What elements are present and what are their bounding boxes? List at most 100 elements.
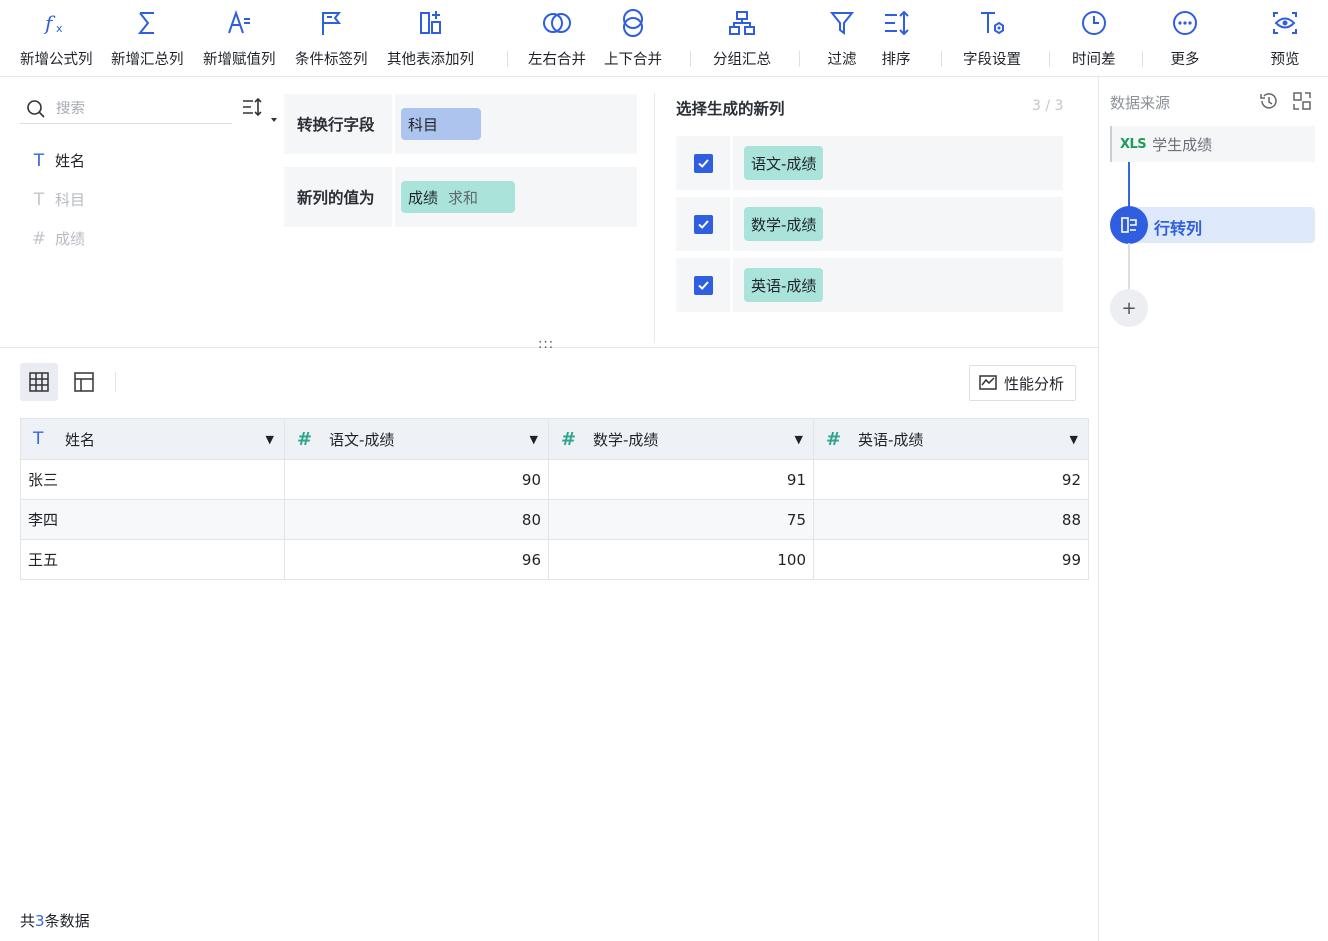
number-type-icon: # [561,428,577,450]
flow-connector [1128,243,1130,289]
row-field-dropzone[interactable]: 科目 [395,94,637,154]
add-formula-column-button[interactable]: fx 新增公式列 [20,8,93,69]
field-sort-button[interactable] [240,97,280,127]
preview-button[interactable]: 预览 [1270,8,1300,69]
toolbar-divider [1049,51,1050,67]
table-cell: 90 [284,459,549,500]
table-add-icon [419,11,441,34]
assign-icon [228,9,251,34]
caret-down-icon[interactable]: ▼ [266,433,274,446]
field-item[interactable]: # 成绩 [28,228,85,249]
svg-text:x: x [56,22,63,35]
field-search [20,94,232,124]
eye-icon [1273,12,1297,34]
add-from-other-table-label: 其他表添加列 [387,52,474,68]
add-step-button[interactable]: + [1110,289,1148,327]
new-column-checkbox[interactable] [676,136,730,190]
field-name: 成绩 [55,230,86,248]
new-column-row: 数学-成绩 [676,197,1063,251]
table-row: 李四 80 75 88 [20,499,1089,540]
value-field-name: 成绩 [408,188,439,207]
value-aggregation: 求和 [448,188,479,207]
field-name: 姓名 [55,152,86,170]
new-column-cell: 数学-成绩 [733,197,1063,251]
time-diff-label: 时间差 [1072,52,1116,68]
add-assign-column-button[interactable]: 新增赋值列 [203,8,276,69]
performance-analysis-label: 性能分析 [1004,374,1065,393]
caret-down-icon[interactable]: ▼ [795,433,803,446]
value-field-dropzone[interactable]: 成绩 求和 [395,167,637,227]
column-header[interactable]: # 语文-成绩 ▼ [284,418,549,460]
sigma-icon [138,12,155,34]
field-settings-button[interactable]: 字段设置 [963,8,1021,69]
data-source-item[interactable]: XLS 学生成绩 [1110,126,1315,162]
data-source-name: 学生成绩 [1152,135,1213,154]
add-summary-column-button[interactable]: 新增汇总列 [111,8,184,69]
new-column-chip[interactable]: 语文-成绩 [744,146,824,180]
table-cell: 92 [813,459,1089,500]
toolbar: fx 新增公式列 新增汇总列 新增赋值列 条件标签列 其他表添加列 左右合并 上… [0,0,1328,77]
number-type-icon: # [826,428,842,450]
left-right-merge-label: 左右合并 [528,52,586,68]
new-column-chip[interactable]: 英语-成绩 [744,268,824,302]
splitter-handle[interactable]: ::: [538,337,554,352]
add-from-other-table-button[interactable]: 其他表添加列 [387,8,474,69]
performance-analysis-button[interactable]: 性能分析 [969,365,1076,401]
more-button[interactable]: 更多 [1170,8,1200,69]
preview-label: 预览 [1270,52,1300,68]
new-column-row: 语文-成绩 [676,136,1063,190]
layout-icon [74,372,94,392]
check-icon [693,275,713,295]
toolbar-divider [507,51,508,67]
table-cell: 张三 [20,459,285,500]
swap-layout-icon[interactable] [1291,90,1313,112]
toolbar-divider [799,51,800,67]
up-down-merge-label: 上下合并 [604,52,662,68]
group-summary-label: 分组汇总 [713,52,771,68]
search-input[interactable] [56,100,216,117]
table-row: 王五 96 100 99 [20,539,1089,580]
up-down-merge-button[interactable]: 上下合并 [604,8,662,69]
group-summary-button[interactable]: 分组汇总 [713,8,771,69]
caret-down-icon[interactable]: ▼ [530,433,538,446]
row-count-suffix: 条数据 [44,912,90,930]
check-icon [693,214,713,234]
history-icon[interactable] [1258,90,1280,112]
add-summary-column-label: 新增汇总列 [111,52,184,68]
column-header[interactable]: T 姓名 ▼ [20,418,285,460]
time-diff-button[interactable]: 时间差 [1072,8,1116,69]
new-columns-count: 3 / 3 [1032,98,1064,114]
add-tag-column-button[interactable]: 条件标签列 [295,8,368,69]
value-field-chip[interactable]: 成绩 求和 [401,181,515,213]
field-settings-label: 字段设置 [963,52,1021,68]
column-header[interactable]: # 英语-成绩 ▼ [813,418,1089,460]
sort-button[interactable]: 排序 [881,8,911,69]
layout-view-button[interactable] [65,363,103,401]
column-header[interactable]: # 数学-成绩 ▼ [548,418,814,460]
field-item[interactable]: T 科目 [28,189,85,210]
value-label: 新列的值为 [284,167,392,227]
filter-button[interactable]: 过滤 [827,8,857,69]
sort-icon [885,10,909,36]
clock-icon [1081,11,1106,35]
new-column-checkbox[interactable] [676,258,730,312]
toolbar-divider [690,51,691,67]
grid-view-button[interactable] [20,363,58,401]
row-field-chip[interactable]: 科目 [401,108,481,140]
step-row-to-column[interactable]: 行转列 [1110,206,1315,244]
preview-table: T 姓名 ▼ # 语文-成绩 ▼ # 数学-成绩 ▼ # 英语-成绩 ▼ 张三 90 91 92… [20,418,1089,580]
data-source-title: 数据来源 [1110,94,1171,112]
step-label: 行转列 [1154,219,1203,238]
flow-connector [1128,162,1130,207]
add-formula-column-label: 新增公式列 [20,52,93,68]
text-type-icon: T [33,189,45,210]
left-right-merge-button[interactable]: 左右合并 [528,8,586,69]
toolbar-divider [1142,51,1143,67]
table-cell: 80 [284,499,549,540]
new-column-chip[interactable]: 数学-成绩 [744,207,824,241]
caret-down-icon[interactable]: ▼ [1070,433,1078,446]
field-item[interactable]: T 姓名 [28,150,85,171]
number-type-icon: # [297,428,313,450]
table-cell: 王五 [20,539,285,580]
new-column-checkbox[interactable] [676,197,730,251]
